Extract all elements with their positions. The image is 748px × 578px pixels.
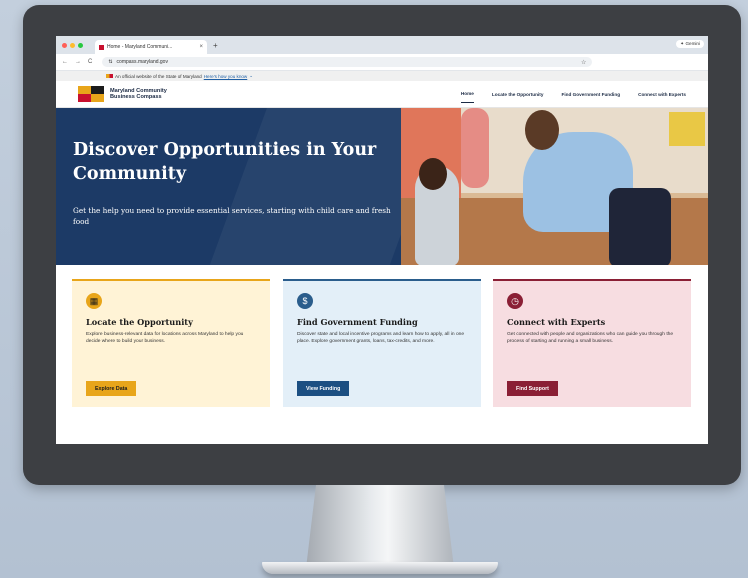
explore-data-button[interactable]: Explore Data — [86, 381, 137, 396]
forward-arrow-icon[interactable]: → — [75, 59, 81, 65]
card-body: Explore business-relevant data for locat… — [86, 332, 244, 345]
nav-find-funding[interactable]: Find Government Funding — [561, 86, 620, 103]
new-tab-button[interactable]: + — [213, 41, 218, 50]
how-you-know-link[interactable]: Here's how you know — [204, 74, 248, 79]
card-title: Locate the Opportunity — [86, 317, 193, 327]
hero-title: Discover Opportunities in Your Community — [73, 140, 377, 184]
nav-locate-opportunity[interactable]: Locate the Opportunity — [492, 86, 544, 103]
maryland-flag-logo[interactable] — [78, 86, 104, 102]
cards-section: ▦ Locate the Opportunity Explore busines… — [56, 265, 708, 413]
profile-button[interactable]: ✦ Gemini — [676, 40, 704, 48]
tab-title: Home - Maryland Communi... — [107, 44, 173, 50]
chevron-down-icon[interactable]: ⌄ — [249, 73, 253, 79]
site-info-icon[interactable]: ⇅ — [108, 59, 112, 65]
main-nav: Home Locate the Opportunity Find Governm… — [460, 81, 686, 107]
maximize-window-button[interactable] — [78, 42, 83, 48]
card-body: Get connected with people and organizati… — [507, 332, 674, 345]
close-window-button[interactable] — [62, 42, 67, 48]
card-connect-experts: ◷ Connect with Experts Get connected wit… — [493, 279, 691, 407]
brand-line-2: Business Compass — [110, 94, 162, 100]
hero-text-panel: Discover Opportunities in Your Community… — [56, 108, 401, 265]
site-header: Maryland Community Business Compass Home… — [56, 81, 708, 108]
card-find-funding: $ Find Government Funding Discover state… — [283, 279, 481, 407]
card-title: Find Government Funding — [297, 317, 418, 327]
clock-icon: ◷ — [507, 293, 523, 309]
minimize-window-button[interactable] — [70, 42, 75, 48]
bookmark-star-icon[interactable]: ☆ — [581, 59, 586, 66]
hero-section: Discover Opportunities in Your Community… — [56, 108, 708, 265]
address-bar[interactable]: ⇅ compass.maryland.gov ☆ — [102, 57, 593, 67]
card-body: Discover state and local incentive progr… — [297, 332, 465, 345]
reload-icon[interactable]: C — [88, 59, 92, 65]
view-funding-button[interactable]: View Funding — [297, 381, 350, 396]
card-title: Connect with Experts — [507, 317, 606, 327]
monitor-stand-neck — [306, 485, 454, 565]
address-bar-row: ← → C ⇅ compass.maryland.gov ☆ — [56, 54, 708, 71]
find-support-button[interactable]: Find Support — [507, 381, 558, 396]
monitor-stand-foot — [262, 562, 498, 574]
favicon-icon — [99, 44, 104, 50]
hero-photo — [401, 108, 708, 265]
profile-label: Gemini — [685, 41, 700, 46]
flag-icon — [106, 74, 113, 78]
back-arrow-icon[interactable]: ← — [62, 59, 68, 65]
nav-home[interactable]: Home — [460, 85, 474, 103]
card-locate-opportunity: ▦ Locate the Opportunity Explore busines… — [72, 279, 270, 407]
nav-connect-experts[interactable]: Connect with Experts — [638, 86, 686, 103]
brand-name[interactable]: Maryland Community Business Compass — [110, 88, 167, 101]
browser-tab[interactable]: Home - Maryland Communi... × — [95, 40, 207, 54]
tab-bar: Home - Maryland Communi... × + ✦ Gemini — [56, 36, 708, 54]
official-banner: An official website of the State of Mary… — [56, 71, 708, 81]
url-text: compass.maryland.gov — [116, 59, 168, 65]
official-text: An official website of the State of Mary… — [115, 73, 202, 79]
map-icon: ▦ — [86, 293, 102, 309]
dollar-icon: $ — [297, 293, 313, 309]
window-controls — [62, 42, 83, 48]
hero-subtitle: Get the help you need to provide essenti… — [73, 206, 391, 226]
tab-close-icon[interactable]: × — [199, 44, 203, 50]
browser-window: Home - Maryland Communi... × + ✦ Gemini … — [56, 36, 708, 444]
